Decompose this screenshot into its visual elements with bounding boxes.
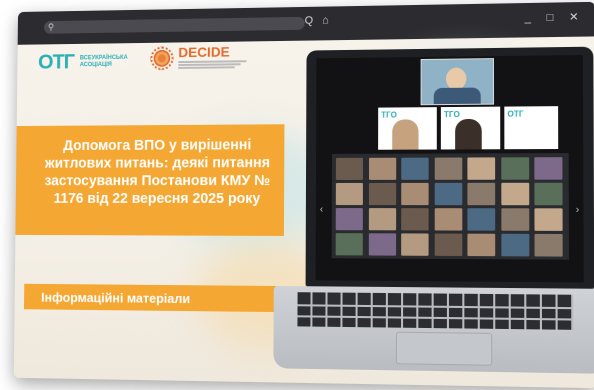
search-icon: ⚲ — [48, 23, 54, 32]
participant-video-cell — [501, 208, 529, 231]
browser-window: ⚲ Q ⌂ _ □ ✕ ОТГ ВСЕУКРАЇНСЬКА АСОЦІАЦІЯ … — [14, 2, 594, 388]
participant-video-cell — [467, 208, 495, 230]
tile-logo-label: ОТГ — [507, 109, 523, 118]
participant-figure — [392, 119, 418, 149]
participant-video-cell — [368, 208, 395, 230]
screenshot-stage: ⚲ Q ⌂ _ □ ✕ ОТГ ВСЕУКРАЇНСЬКА АСОЦІАЦІЯ … — [0, 0, 594, 390]
decide-rosette-icon — [150, 46, 173, 70]
tile-logo-label: ТГО — [381, 110, 397, 119]
decide-logo-text: DECIDE — [178, 44, 256, 70]
otg-logo-subtitle: ВСЕУКРАЇНСЬКА АСОЦІАЦІЯ — [80, 55, 128, 69]
gallery-prev-icon[interactable]: ‹ — [320, 204, 323, 215]
participant-video-cell — [336, 158, 363, 180]
participant-video-cell — [401, 208, 428, 230]
participant-video-cell — [368, 183, 395, 205]
participant-video-cell — [434, 183, 462, 205]
participant-tile: ТГО — [441, 107, 500, 150]
participant-tile: ОТГ — [504, 106, 558, 149]
active-speaker-tile — [421, 58, 494, 105]
laptop-keyboard — [297, 292, 573, 330]
otg-logo-mark: ОТГ — [38, 51, 74, 75]
otg-logo: ОТГ ВСЕУКРАЇНСЬКА АСОЦІАЦІЯ — [38, 50, 128, 74]
participant-video-cell — [501, 183, 529, 205]
laptop-trackpad — [396, 332, 492, 366]
window-controls[interactable]: _ □ ✕ — [525, 10, 585, 24]
participant-video-cell — [401, 233, 428, 255]
speaker-face — [446, 68, 466, 90]
participant-video-cell — [336, 208, 363, 230]
participant-video-cell — [336, 183, 363, 205]
participant-video-cell — [534, 208, 562, 231]
gallery-next-icon[interactable]: › — [576, 204, 580, 215]
participant-video-cell — [467, 183, 495, 205]
participant-video-cell — [434, 234, 462, 256]
tile-logo-label: ТГО — [444, 110, 460, 119]
participant-video-cell — [467, 157, 495, 179]
participant-video-cell — [401, 158, 428, 180]
participant-video-cell — [401, 183, 428, 205]
participant-video-cell — [434, 158, 462, 180]
decide-logo-name: DECIDE — [178, 44, 256, 59]
participant-video-cell — [501, 157, 529, 179]
participant-video-cell — [535, 234, 563, 257]
decide-logo: DECIDE — [150, 44, 256, 70]
participant-video-cell — [501, 234, 529, 257]
decide-logo-tagline — [178, 60, 256, 69]
slide-title: Допомога ВПО у вирішенні житлових питань… — [31, 136, 285, 208]
participant-figure — [455, 119, 482, 150]
participant-video-cell — [368, 233, 395, 255]
otg-logo-line2: АСОЦІАЦІЯ — [80, 62, 112, 68]
slide-subtitle: Інформаційні матеріали — [41, 290, 190, 306]
otg-logo-line1: ВСЕУКРАЇНСЬКА — [80, 55, 128, 61]
participant-video-cell — [534, 183, 562, 206]
participant-tile: ТГО — [378, 107, 437, 150]
participant-video-cell — [434, 208, 462, 230]
video-gallery-grid — [332, 153, 569, 260]
participant-video-cell — [336, 233, 363, 255]
toolbar-icons[interactable]: Q ⌂ — [305, 14, 332, 26]
speaker-body — [434, 88, 481, 105]
participant-video-cell — [368, 158, 395, 180]
participant-video-cell — [534, 157, 562, 180]
laptop-screen: ТГО ТГО ОТГ ‹ › — [316, 55, 584, 283]
participant-video-cell — [467, 234, 495, 257]
address-bar[interactable]: ⚲ — [44, 17, 305, 34]
